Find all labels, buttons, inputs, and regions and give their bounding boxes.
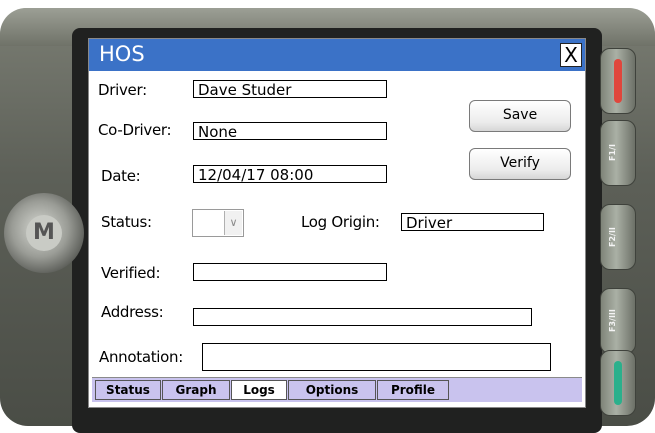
f3-key[interactable]: F3/III (600, 288, 636, 354)
green-stripe-icon (614, 361, 622, 405)
annotation-field[interactable] (202, 343, 551, 371)
verified-label: Verified: (101, 264, 161, 282)
address-field[interactable] (193, 308, 532, 326)
f2-key-label: F2/II (608, 227, 617, 247)
window-title: HOS (99, 42, 145, 66)
title-bar: HOS X (89, 39, 585, 71)
f3-key-label: F3/III (608, 309, 617, 333)
tab-logs[interactable]: Logs (231, 380, 287, 400)
tab-status[interactable]: Status (95, 380, 161, 400)
log-origin-field[interactable]: Driver (401, 213, 544, 231)
red-stripe-icon (614, 59, 622, 103)
date-label: Date: (101, 167, 141, 185)
tab-options[interactable]: Options (288, 380, 376, 400)
verified-field[interactable] (193, 263, 387, 281)
close-button[interactable]: X (560, 43, 582, 67)
driver-label: Driver: (98, 81, 147, 99)
f1-key-label: F1/I (608, 144, 617, 162)
verify-button[interactable]: Verify (469, 148, 571, 180)
f1-key[interactable]: F1/I (600, 120, 636, 186)
green-key-icon[interactable] (600, 350, 636, 416)
hos-window: HOS X Driver: Dave Studer Co-Driver: Non… (88, 38, 586, 408)
tab-profile[interactable]: Profile (377, 380, 449, 400)
status-select[interactable]: ∨ (192, 209, 244, 237)
annotation-label: Annotation: (99, 348, 184, 366)
status-label: Status: (101, 213, 152, 231)
codriver-field[interactable]: None (193, 122, 387, 140)
tab-bar: Status Graph Logs Options Profile (92, 377, 582, 402)
chevron-down-icon[interactable]: ∨ (224, 211, 242, 235)
scroll-knob-icon[interactable]: M (4, 193, 84, 273)
save-button[interactable]: Save (469, 100, 571, 132)
f2-key[interactable]: F2/II (600, 204, 636, 270)
log-origin-label: Log Origin: (301, 213, 380, 231)
brand-logo-icon: M (26, 215, 62, 251)
codriver-label: Co-Driver: (98, 121, 172, 139)
address-label: Address: (101, 303, 164, 321)
driver-field[interactable]: Dave Studer (193, 80, 387, 98)
date-field[interactable]: 12/04/17 08:00 (193, 165, 387, 183)
tab-graph[interactable]: Graph (162, 380, 230, 400)
red-key-icon[interactable] (600, 48, 636, 114)
